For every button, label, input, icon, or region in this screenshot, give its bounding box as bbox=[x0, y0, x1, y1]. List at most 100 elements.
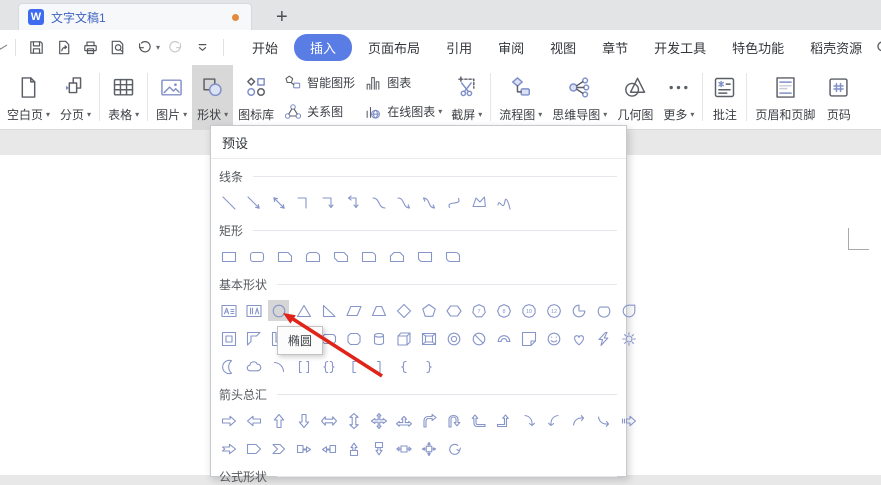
shape-round-single-corner[interactable] bbox=[358, 246, 379, 267]
shape-left-brace[interactable] bbox=[393, 356, 414, 377]
shape-elbow[interactable] bbox=[293, 192, 314, 213]
ribbon-tab-视图[interactable]: 视图 bbox=[537, 34, 589, 61]
more-button[interactable]: 更多▾ bbox=[658, 65, 699, 129]
chart-button[interactable]: 图表 bbox=[363, 68, 442, 97]
geometry-button[interactable]: 几何图 bbox=[612, 65, 658, 129]
shape-plaque[interactable] bbox=[343, 328, 364, 349]
ribbon-tab-开发工具[interactable]: 开发工具 bbox=[641, 34, 719, 61]
shape-heptagon[interactable]: 7 bbox=[468, 300, 489, 321]
flowchart-button[interactable]: 流程图▾ bbox=[494, 65, 547, 129]
shapes-button[interactable]: 形状▾ bbox=[192, 65, 233, 129]
shape-curved-arrow[interactable] bbox=[393, 192, 414, 213]
shape-curved-left-arrow[interactable] bbox=[543, 410, 564, 431]
shape-right-triangle[interactable] bbox=[318, 300, 339, 321]
smart-graphic-button[interactable]: 智能图形 bbox=[283, 68, 355, 97]
shape-right-arrow[interactable] bbox=[218, 410, 239, 431]
shape-sun[interactable] bbox=[618, 328, 639, 349]
shape-text-box[interactable] bbox=[218, 300, 239, 321]
shape-snip-single-corner[interactable] bbox=[274, 246, 295, 267]
shape-can[interactable] bbox=[368, 328, 389, 349]
shape-elbow-double-arrow[interactable] bbox=[343, 192, 364, 213]
shape-snip-same-side[interactable] bbox=[386, 246, 407, 267]
shape-left-right-arrow-callout[interactable] bbox=[393, 438, 414, 459]
ribbon-tab-开始[interactable]: 开始 bbox=[239, 34, 291, 61]
shape-smiley[interactable] bbox=[543, 328, 564, 349]
page-number-button[interactable]: 页码 bbox=[820, 65, 857, 129]
undo-button[interactable] bbox=[131, 36, 158, 60]
shape-bevel[interactable] bbox=[418, 328, 439, 349]
shape-freeform[interactable] bbox=[468, 192, 489, 213]
shape-right-bracket[interactable] bbox=[368, 356, 389, 377]
mindmap-button[interactable]: 思维导图▾ bbox=[547, 65, 612, 129]
shape-down-arrow-callout[interactable] bbox=[368, 438, 389, 459]
shape-circular-arrow[interactable] bbox=[443, 438, 464, 459]
shape-vertical-text-box[interactable] bbox=[243, 300, 264, 321]
ribbon-tab-稻壳资源[interactable]: 稻壳资源 bbox=[797, 34, 875, 61]
shape-quad-arrow-callout[interactable] bbox=[418, 438, 439, 459]
redo-button[interactable] bbox=[162, 36, 189, 60]
shape-round-diagonal[interactable] bbox=[442, 246, 463, 267]
shape-pentagon-arrow[interactable] bbox=[243, 438, 264, 459]
export-pdf-button[interactable] bbox=[50, 36, 77, 60]
ribbon-tab-特色功能[interactable]: 特色功能 bbox=[719, 34, 797, 61]
shape-scribble[interactable] bbox=[493, 192, 514, 213]
print-preview-button[interactable] bbox=[104, 36, 131, 60]
shape-up-arrow-callout[interactable] bbox=[343, 438, 364, 459]
blank-page-button[interactable]: 空白页▾ bbox=[2, 65, 55, 129]
online-chart-button[interactable]: 在线图表▾ bbox=[363, 97, 442, 126]
shape-trapezoid[interactable] bbox=[368, 300, 389, 321]
shape-curve[interactable] bbox=[368, 192, 389, 213]
shape-oval[interactable] bbox=[268, 300, 289, 321]
shape-isosceles-triangle[interactable] bbox=[293, 300, 314, 321]
shape-left-arrow-callout[interactable] bbox=[318, 438, 339, 459]
shape-up-down-arrow[interactable] bbox=[343, 410, 364, 431]
shape-cloud[interactable] bbox=[243, 356, 264, 377]
shape-right-arrow-callout[interactable] bbox=[293, 438, 314, 459]
shape-teardrop[interactable] bbox=[618, 300, 639, 321]
page-break-button[interactable]: 分页▾ bbox=[55, 65, 96, 129]
new-tab-button[interactable]: + bbox=[276, 7, 288, 27]
relation-diagram-button[interactable]: 关系图 bbox=[283, 97, 355, 126]
table-button[interactable]: 表格▾ bbox=[103, 65, 144, 129]
shape-down-arrow[interactable] bbox=[293, 410, 314, 431]
shape-left-arrow[interactable] bbox=[243, 410, 264, 431]
shape-moon[interactable] bbox=[218, 356, 239, 377]
screenshot-button[interactable]: 截屏▾ bbox=[446, 65, 487, 129]
ribbon-tab-页面布局[interactable]: 页面布局 bbox=[355, 34, 433, 61]
shape-diamond[interactable] bbox=[393, 300, 414, 321]
toolbar-more-button[interactable] bbox=[189, 36, 216, 60]
shape-lightning[interactable] bbox=[593, 328, 614, 349]
header-footer-button[interactable]: 页眉和页脚 bbox=[750, 65, 820, 129]
shape-rounded-rectangle[interactable] bbox=[246, 246, 267, 267]
save-button[interactable] bbox=[23, 36, 50, 60]
shape-curved-right-arrow[interactable] bbox=[518, 410, 539, 431]
shape-hexagon[interactable] bbox=[443, 300, 464, 321]
shape-heart[interactable] bbox=[568, 328, 589, 349]
shape-notched-right-arrow[interactable] bbox=[218, 438, 239, 459]
shape-double-arrow[interactable] bbox=[268, 192, 289, 213]
icon-library-button[interactable]: 图标库 bbox=[233, 65, 279, 129]
shape-arc[interactable] bbox=[268, 356, 289, 377]
shape-folded-corner[interactable] bbox=[518, 328, 539, 349]
shape-half-frame[interactable] bbox=[243, 328, 264, 349]
shape-dodecagon[interactable]: 12 bbox=[543, 300, 564, 321]
shape-bent-arrow[interactable] bbox=[418, 410, 439, 431]
shape-left-right-arrow[interactable] bbox=[318, 410, 339, 431]
shape-pentagon[interactable] bbox=[418, 300, 439, 321]
shape-bent-up-arrow[interactable] bbox=[493, 410, 514, 431]
shape-half-round[interactable] bbox=[414, 246, 435, 267]
print-button[interactable] bbox=[77, 36, 104, 60]
shape-snip-diagonal[interactable] bbox=[330, 246, 351, 267]
shape-round-same-side[interactable] bbox=[302, 246, 323, 267]
shape-u-turn-arrow[interactable] bbox=[443, 410, 464, 431]
shape-line[interactable] bbox=[218, 192, 239, 213]
document-tab[interactable]: W 文字文稿1 bbox=[18, 3, 252, 30]
shape-arrow[interactable] bbox=[243, 192, 264, 213]
shape-s-curve[interactable] bbox=[443, 192, 464, 213]
shape-frame[interactable] bbox=[218, 328, 239, 349]
shape-left-up-arrow[interactable] bbox=[468, 410, 489, 431]
shape-up-arrow[interactable] bbox=[268, 410, 289, 431]
shape-right-brace[interactable] bbox=[418, 356, 439, 377]
find-button[interactable]: 查找 bbox=[875, 38, 881, 57]
ribbon-tab-章节[interactable]: 章节 bbox=[589, 34, 641, 61]
